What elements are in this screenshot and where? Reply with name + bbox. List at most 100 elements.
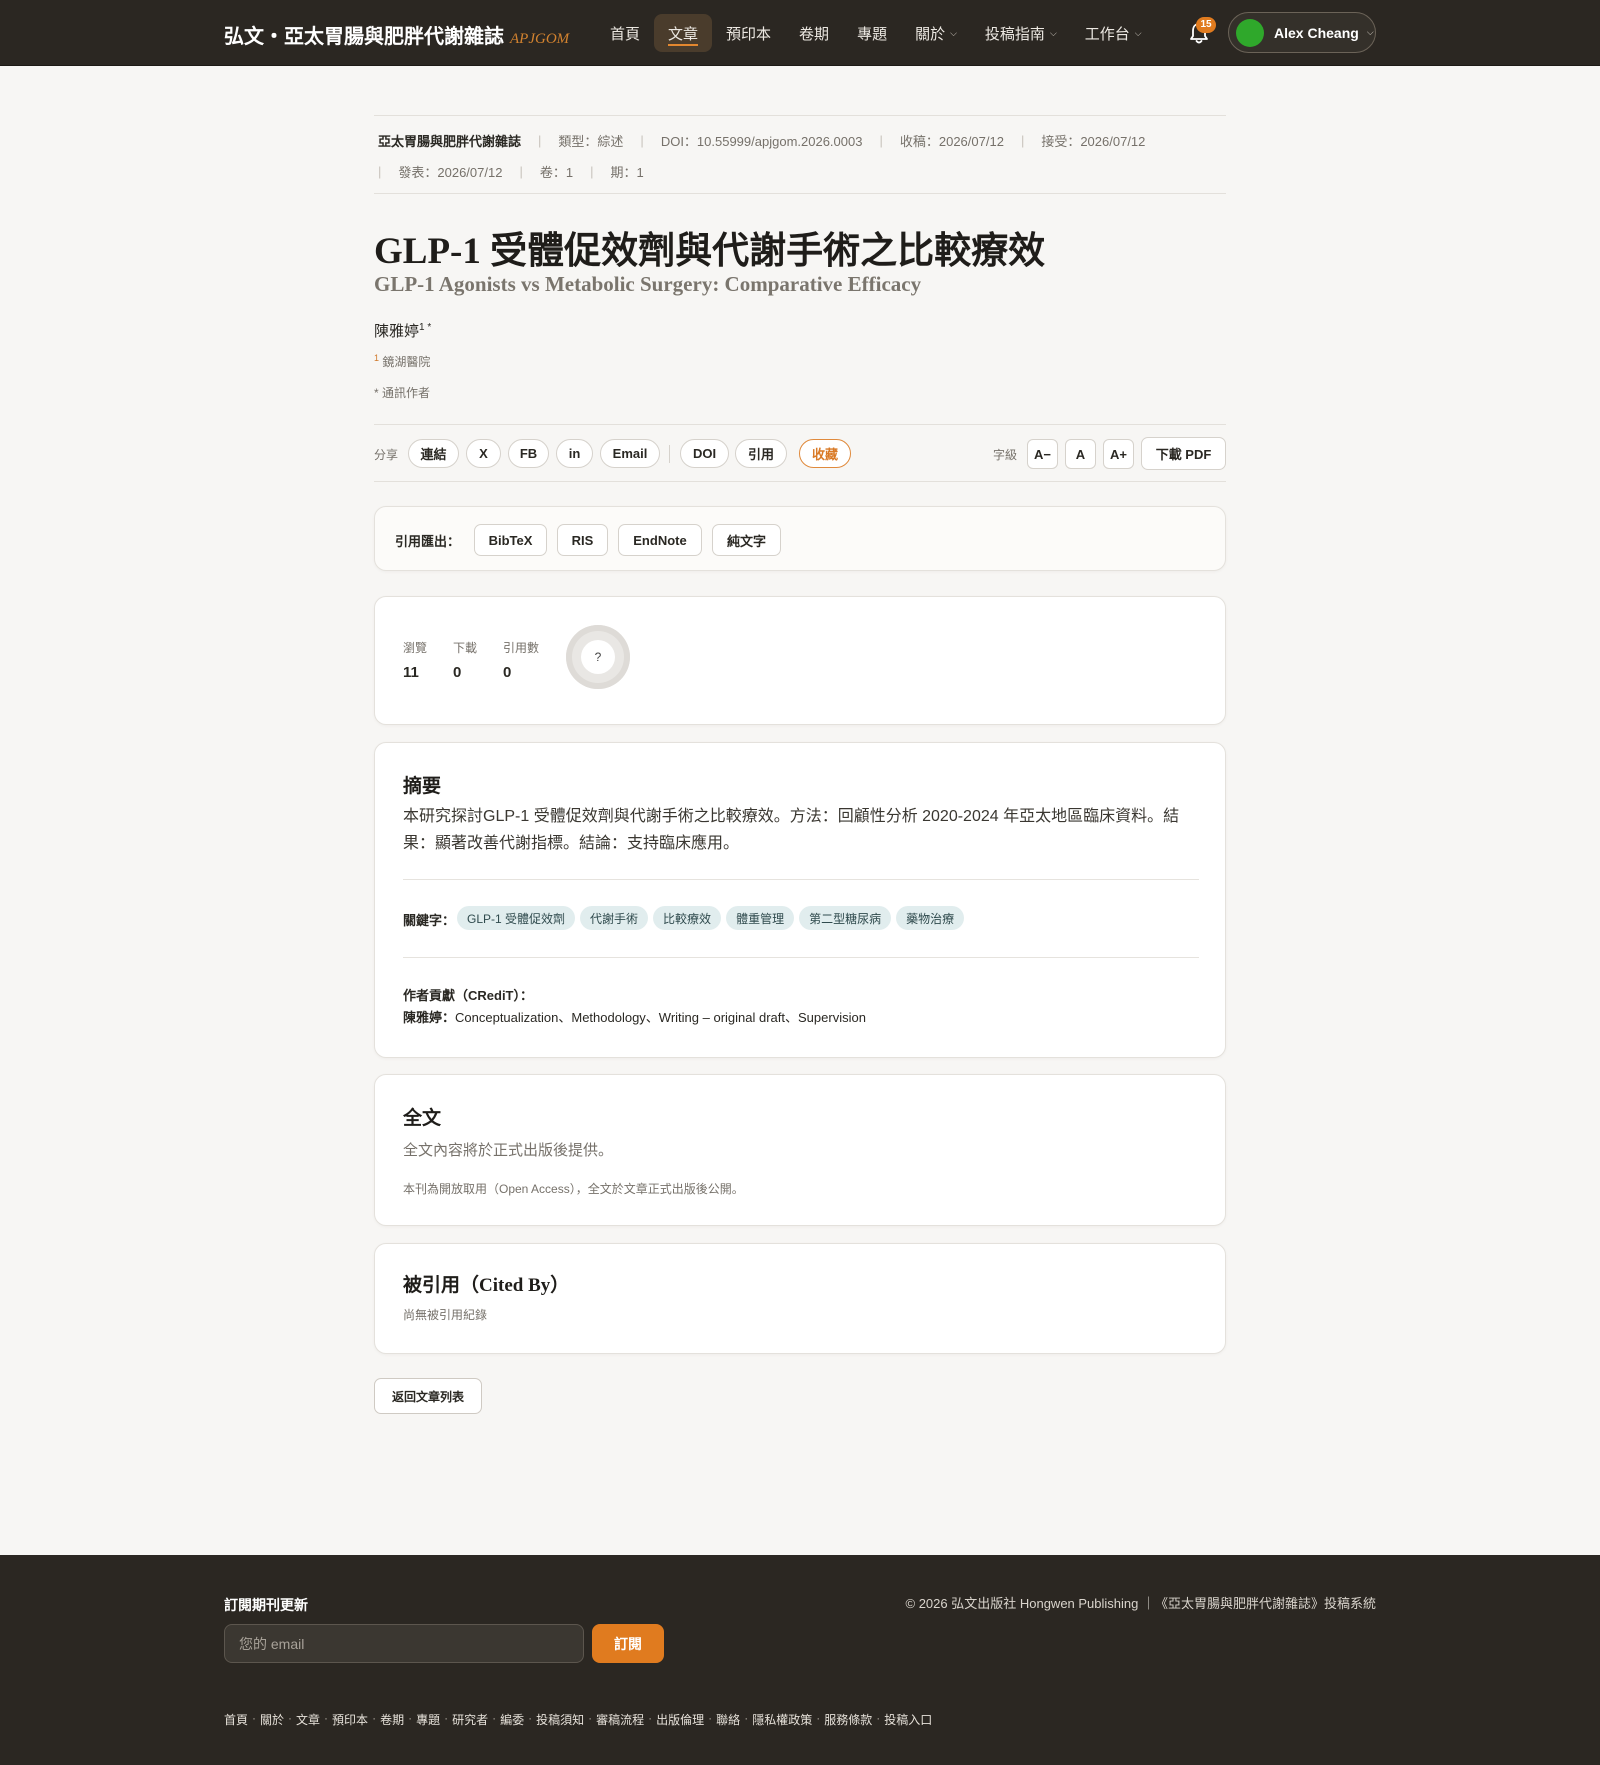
main-nav: 首頁 文章 預印本 卷期 專題 關於 ⌵ 投稿指南 ⌵ 工作台 ⌵ — [596, 14, 1156, 52]
nav-item-preprints[interactable]: 預印本 — [712, 14, 785, 52]
export-ris-button[interactable]: RIS — [557, 524, 608, 556]
citations-count: 0 — [503, 664, 512, 681]
nav-item-special-topics[interactable]: 專題 — [843, 14, 901, 52]
meta-issue: 期：1 — [610, 165, 644, 180]
nav-label: 卷期 — [799, 25, 830, 43]
fulltext-heading: 全文 — [403, 1108, 442, 1129]
footer-link-editorial-board[interactable]: 編委 — [500, 1711, 524, 1728]
citation-export-label: 引用匯出： — [395, 534, 461, 549]
separator: · — [876, 1711, 881, 1725]
user-menu[interactable]: Alex Cheang ⌵ — [1228, 12, 1376, 53]
keyword-tag[interactable]: 比較療效 — [653, 906, 722, 930]
altmetric-donut[interactable]: ? — [566, 625, 630, 689]
user-name: Alex Cheang — [1274, 24, 1359, 41]
divider: | — [519, 164, 523, 179]
footer-link-home[interactable]: 首頁 — [224, 1711, 248, 1728]
credit-title: 作者貢獻（CRediT）： — [403, 988, 534, 1003]
font-reset-button[interactable]: A — [1065, 439, 1096, 469]
share-link-button[interactable]: 連結 — [408, 439, 459, 468]
author-line: 陳雅婷1 * — [374, 320, 431, 341]
favorite-button[interactable]: 收藏 — [799, 439, 851, 468]
footer-link-articles[interactable]: 文章 — [296, 1711, 320, 1728]
nav-label: 工作台 — [1084, 25, 1130, 43]
keyword-tag[interactable]: 第二型糖尿病 — [799, 906, 892, 930]
abstract-text: 本研究探討GLP-1 受體促效劑與代謝手術之比較療效。方法：回顧性分析 2020… — [403, 808, 1180, 852]
footer-link-about[interactable]: 關於 — [260, 1711, 284, 1728]
footer-link-submission-portal[interactable]: 投稿入口 — [884, 1711, 932, 1728]
affiliation-name: 鏡湖醫院 — [382, 355, 431, 369]
views-stat: 瀏覽 11 — [403, 639, 427, 681]
keywords-label: 關鍵字： — [403, 913, 456, 928]
separator: · — [288, 1711, 293, 1725]
footer: 訂閱期刊更新 訂閱 © 2026 弘文出版社 Hongwen Publishin… — [0, 1555, 1600, 1765]
subscribe-email-input[interactable] — [224, 1624, 584, 1663]
meta-volume: 卷：1 — [539, 165, 574, 180]
nav-item-about[interactable]: 關於 ⌵ — [901, 14, 971, 52]
metrics-card: 瀏覽 11 下載 0 引用數 0 ? — [374, 596, 1226, 725]
footer-link-ethics[interactable]: 出版倫理 — [656, 1711, 704, 1728]
divider — [669, 445, 670, 463]
fulltext-card: 全文 全文內容將於正式出版後提供。 本刊為開放取用（Open Access），全… — [374, 1074, 1226, 1226]
footer-link-contact[interactable]: 聯絡 — [716, 1711, 740, 1728]
nav-item-submission-guide[interactable]: 投稿指南 ⌵ — [971, 14, 1071, 52]
keyword-tag[interactable]: 代謝手術 — [580, 906, 649, 930]
divider: | — [538, 133, 542, 148]
separator: · — [252, 1711, 257, 1725]
separator: · — [648, 1711, 653, 1725]
chevron-down-icon: ⌵ — [1134, 27, 1142, 38]
chevron-down-icon: ⌵ — [950, 27, 957, 38]
footer-link-author-guidelines[interactable]: 投稿須知 — [536, 1711, 584, 1728]
avatar — [1236, 18, 1264, 47]
separator: · — [816, 1711, 821, 1725]
separator: · — [528, 1711, 533, 1725]
meta-doi: DOI：10.55999/apjgom.2026.0003 — [660, 134, 863, 149]
nav-item-workspace[interactable]: 工作台 ⌵ — [1071, 14, 1156, 52]
export-endnote-button[interactable]: EndNote — [618, 524, 702, 556]
open-access-note: 本刊為開放取用（Open Access），全文於文章正式出版後公開。 — [403, 1182, 744, 1196]
doi-button[interactable]: DOI — [680, 439, 729, 468]
divider: | — [590, 164, 594, 179]
separator: · — [492, 1711, 497, 1725]
footer-link-privacy[interactable]: 隱私權政策 — [752, 1711, 812, 1728]
citation-export-card: 引用匯出： BibTeX RIS EndNote 純文字 — [374, 506, 1226, 571]
nav-item-home[interactable]: 首頁 — [596, 14, 654, 52]
downloads-count: 0 — [453, 664, 462, 681]
top-navigation-bar: 弘文・亞太胃腸與肥胖代謝雜誌 APJGOM 首頁 文章 預印本 卷期 專題 關於 ⌵… — [0, 0, 1600, 66]
share-email-button[interactable]: Email — [600, 439, 660, 468]
keyword-tag[interactable]: 體重管理 — [726, 906, 795, 930]
separator: · — [324, 1711, 329, 1725]
back-to-articles-button[interactable]: 返回文章列表 — [374, 1378, 482, 1414]
font-decrease-button[interactable]: A− — [1027, 439, 1058, 469]
share-x-button[interactable]: X — [466, 439, 501, 468]
download-pdf-button[interactable]: 下載 PDF — [1141, 437, 1226, 470]
footer-link-topics[interactable]: 專題 — [416, 1711, 440, 1728]
export-plaintext-button[interactable]: 純文字 — [712, 524, 781, 556]
author-name[interactable]: 陳雅婷 — [374, 323, 419, 340]
footer-link-terms[interactable]: 服務條款 — [824, 1711, 872, 1728]
nav-item-issues[interactable]: 卷期 — [785, 14, 843, 52]
share-facebook-button[interactable]: FB — [508, 439, 549, 468]
footer-link-review-process[interactable]: 審稿流程 — [596, 1711, 644, 1728]
font-increase-button[interactable]: A+ — [1103, 439, 1134, 469]
fulltext-placeholder: 全文內容將於正式出版後提供。 — [403, 1142, 614, 1159]
credit-author: 陳雅婷： — [403, 1010, 456, 1025]
export-bibtex-button[interactable]: BibTeX — [474, 524, 547, 556]
nav-label: 投稿指南 — [984, 25, 1045, 43]
meta-published: 發表：2026/07/12 — [398, 165, 503, 180]
chevron-down-icon: ⌵ — [1049, 27, 1057, 38]
separator: · — [444, 1711, 449, 1725]
nav-label: 預印本 — [726, 25, 772, 43]
footer-link-issues[interactable]: 卷期 — [380, 1711, 404, 1728]
footer-link-researchers[interactable]: 研究者 — [452, 1711, 488, 1728]
share-linkedin-button[interactable]: in — [556, 439, 593, 468]
citations-stat: 引用數 0 — [503, 639, 539, 681]
corresponding-author-note: * 通訊作者 — [374, 386, 431, 400]
credit-statement: 陳雅婷：Conceptualization、Methodology、Writin… — [403, 1007, 866, 1026]
keyword-tag[interactable]: GLP-1 受體促效劑 — [457, 906, 576, 930]
brand-logo[interactable]: 弘文・亞太胃腸與肥胖代謝雜誌 APJGOM — [224, 20, 569, 49]
subscribe-button[interactable]: 訂閱 — [592, 1624, 664, 1663]
nav-item-articles[interactable]: 文章 — [654, 14, 713, 52]
cite-button[interactable]: 引用 — [735, 439, 787, 468]
keyword-tag[interactable]: 藥物治療 — [896, 906, 965, 930]
footer-link-preprints[interactable]: 預印本 — [332, 1711, 368, 1728]
